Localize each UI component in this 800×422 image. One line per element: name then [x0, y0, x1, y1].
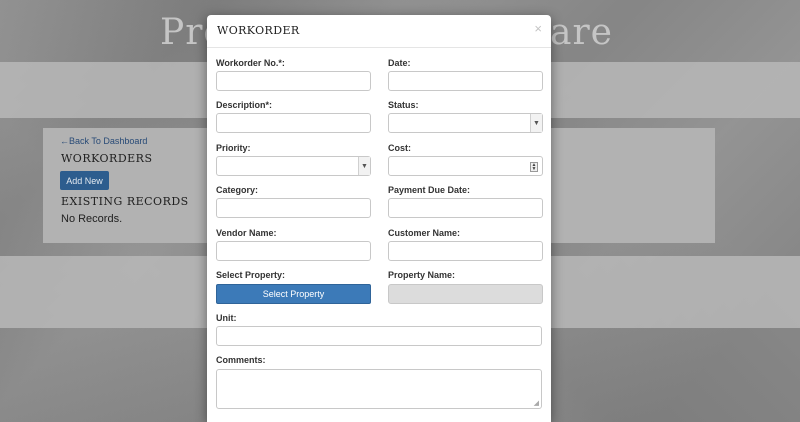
- priority-select[interactable]: ▼: [216, 156, 371, 176]
- customer-name-label: Customer Name:: [388, 228, 461, 238]
- chevron-down-icon: ▼: [358, 157, 370, 175]
- modal-header: WORKORDER ×: [207, 15, 551, 48]
- modal-title: WORKORDER: [217, 24, 300, 37]
- workorder-no-label: Workorder No.*:: [216, 58, 285, 68]
- unit-input[interactable]: [216, 326, 542, 346]
- workorder-no-input[interactable]: [216, 71, 371, 91]
- description-input[interactable]: [216, 113, 371, 133]
- property-name-label: Property Name:: [388, 270, 456, 280]
- payment-due-date-label: Payment Due Date:: [388, 185, 471, 195]
- cost-input[interactable]: ▲ ▼: [388, 156, 543, 176]
- status-select[interactable]: ▼: [388, 113, 543, 133]
- workorder-modal: WORKORDER × Workorder No.*: Date: Descri…: [207, 15, 551, 422]
- priority-label: Priority:: [216, 143, 251, 153]
- chevron-down-icon: ▼: [530, 114, 542, 132]
- comments-textarea[interactable]: ◢: [216, 369, 542, 409]
- select-property-button[interactable]: Select Property: [216, 284, 371, 304]
- comments-label: Comments:: [216, 355, 266, 365]
- cost-label: Cost:: [388, 143, 411, 153]
- date-label: Date:: [388, 58, 411, 68]
- unit-label: Unit:: [216, 313, 237, 323]
- vendor-name-input[interactable]: [216, 241, 371, 261]
- select-property-label: Select Property:: [216, 270, 286, 280]
- payment-due-date-input[interactable]: [388, 198, 543, 218]
- date-input[interactable]: [388, 71, 543, 91]
- description-label: Description*:: [216, 100, 273, 110]
- customer-name-input[interactable]: [388, 241, 543, 261]
- spinner-icon[interactable]: ▲ ▼: [530, 162, 538, 172]
- category-label: Category:: [216, 185, 259, 195]
- vendor-name-label: Vendor Name:: [216, 228, 277, 238]
- close-icon[interactable]: ×: [534, 21, 542, 36]
- status-label: Status:: [388, 100, 419, 110]
- category-input[interactable]: [216, 198, 371, 218]
- resize-grip-icon[interactable]: ◢: [534, 399, 539, 407]
- property-name-input: [388, 284, 543, 304]
